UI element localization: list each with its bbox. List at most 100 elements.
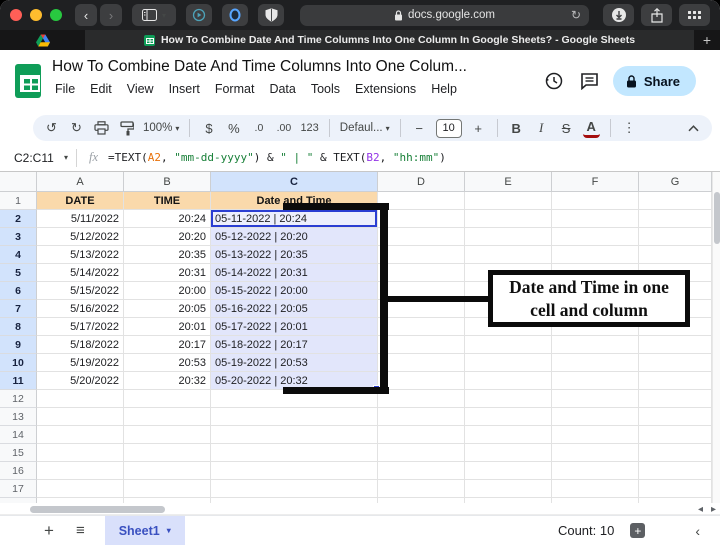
cell-D16[interactable] <box>378 462 465 480</box>
menu-view[interactable]: View <box>124 81 157 97</box>
cell-E4[interactable] <box>465 246 552 264</box>
cell-A14[interactable] <box>37 426 124 444</box>
scroll-left-icon[interactable]: ◂ <box>698 504 703 515</box>
cell-A12[interactable] <box>37 390 124 408</box>
cell-G17[interactable] <box>639 480 712 498</box>
cell-C12[interactable] <box>211 390 378 408</box>
column-header-A[interactable]: A <box>37 172 124 192</box>
close-window-button[interactable] <box>10 9 22 21</box>
cell-C6[interactable]: 05-15-2022 | 20:00 <box>211 282 378 300</box>
cell-E11[interactable] <box>465 372 552 390</box>
cell-D13[interactable] <box>378 408 465 426</box>
cell-B5[interactable]: 20:31 <box>124 264 211 282</box>
cell-C15[interactable] <box>211 444 378 462</box>
cell-A4[interactable]: 5/13/2022 <box>37 246 124 264</box>
cell-D12[interactable] <box>378 390 465 408</box>
row-header-9[interactable]: 9 <box>0 336 37 354</box>
google-sheets-logo[interactable] <box>15 64 41 98</box>
row-header-1[interactable]: 1 <box>0 192 37 210</box>
cell-D15[interactable] <box>378 444 465 462</box>
cell-C17[interactable] <box>211 480 378 498</box>
cell-E9[interactable] <box>465 336 552 354</box>
cell-B7[interactable]: 20:05 <box>124 300 211 318</box>
pinned-tab-drive[interactable] <box>0 30 85 50</box>
cell-C8[interactable]: 05-17-2022 | 20:01 <box>211 318 378 336</box>
share-page-button[interactable] <box>641 4 672 26</box>
cell-G3[interactable] <box>639 228 712 246</box>
row-header-6[interactable]: 6 <box>0 282 37 300</box>
strikethrough-button[interactable]: S <box>558 118 575 138</box>
cell-E17[interactable] <box>465 480 552 498</box>
format-currency-button[interactable]: $ <box>200 118 217 138</box>
vertical-scrollbar-thumb[interactable] <box>714 192 720 244</box>
cell-E6[interactable] <box>465 282 552 300</box>
cell-F14[interactable] <box>552 426 639 444</box>
cell-A11[interactable]: 5/20/2022 <box>37 372 124 390</box>
row-header-3[interactable]: 3 <box>0 228 37 246</box>
decrease-font-size-button[interactable]: − <box>411 118 428 138</box>
fullscreen-window-button[interactable] <box>50 9 62 21</box>
row-header-12[interactable]: 12 <box>0 390 37 408</box>
cell-E2[interactable] <box>465 210 552 228</box>
zoom-control[interactable]: 100% ▾ <box>143 122 179 134</box>
cell-B17[interactable] <box>124 480 211 498</box>
downloads-button[interactable] <box>603 4 634 26</box>
row-header-2[interactable]: 2 <box>0 210 37 228</box>
cell-G11[interactable] <box>639 372 712 390</box>
cell-E16[interactable] <box>465 462 552 480</box>
cell-F9[interactable] <box>552 336 639 354</box>
row-header-13[interactable]: 13 <box>0 408 37 426</box>
font-family-control[interactable]: Defaul... ▾ <box>340 122 390 134</box>
column-header-D[interactable]: D <box>378 172 465 192</box>
cell-F12[interactable] <box>552 390 639 408</box>
cell-F2[interactable] <box>552 210 639 228</box>
cell-D4[interactable] <box>378 246 465 264</box>
format-percent-button[interactable]: % <box>225 118 242 138</box>
select-all-corner[interactable] <box>0 172 37 192</box>
horizontal-scrollbar[interactable]: ◂ ▸ <box>0 503 720 515</box>
cell-D6[interactable] <box>378 282 465 300</box>
more-toolbar-button[interactable]: ⋮ <box>621 118 638 138</box>
cell-E7[interactable] <box>465 300 552 318</box>
cell-B15[interactable] <box>124 444 211 462</box>
cell-F10[interactable] <box>552 354 639 372</box>
add-sheet-button[interactable]: + <box>44 521 54 541</box>
share-button[interactable]: Share <box>612 66 696 96</box>
cell-G4[interactable] <box>639 246 712 264</box>
cell-F7[interactable] <box>552 300 639 318</box>
cell-B11[interactable]: 20:32 <box>124 372 211 390</box>
collapse-chevron-icon[interactable]: ‹ <box>695 523 700 539</box>
cell-A15[interactable] <box>37 444 124 462</box>
cell-A6[interactable]: 5/15/2022 <box>37 282 124 300</box>
cell-A3[interactable]: 5/12/2022 <box>37 228 124 246</box>
cell-B16[interactable] <box>124 462 211 480</box>
overlay-add-icon[interactable]: + <box>630 523 646 538</box>
cell-B9[interactable]: 20:17 <box>124 336 211 354</box>
cell-C10[interactable]: 05-19-2022 | 20:53 <box>211 354 378 372</box>
menu-file[interactable]: File <box>52 81 78 97</box>
print-button[interactable] <box>93 118 110 138</box>
sidebar-toggle-button[interactable]: ▾ <box>132 4 176 26</box>
cell-E1[interactable] <box>465 192 552 210</box>
url-field[interactable]: docs.google.com ↻ <box>300 4 589 26</box>
cell-G2[interactable] <box>639 210 712 228</box>
cell-A17[interactable] <box>37 480 124 498</box>
back-button[interactable]: ‹ <box>75 4 97 26</box>
cell-G15[interactable] <box>639 444 712 462</box>
cell-E3[interactable] <box>465 228 552 246</box>
cell-F16[interactable] <box>552 462 639 480</box>
row-header-8[interactable]: 8 <box>0 318 37 336</box>
formula-input[interactable]: =TEXT(A2, "mm-dd-yyyy") & " | " & TEXT(B… <box>108 151 446 164</box>
active-tab[interactable]: How To Combine Date And Time Columns Int… <box>85 30 694 50</box>
row-header-16[interactable]: 16 <box>0 462 37 480</box>
cell-D8[interactable] <box>378 318 465 336</box>
forward-button[interactable]: › <box>100 4 122 26</box>
cell-B8[interactable]: 20:01 <box>124 318 211 336</box>
cell-E5[interactable] <box>465 264 552 282</box>
cell-G8[interactable] <box>639 318 712 336</box>
cell-A9[interactable]: 5/18/2022 <box>37 336 124 354</box>
row-header-7[interactable]: 7 <box>0 300 37 318</box>
row-header-11[interactable]: 11 <box>0 372 37 390</box>
cell-F17[interactable] <box>552 480 639 498</box>
cell-E8[interactable] <box>465 318 552 336</box>
